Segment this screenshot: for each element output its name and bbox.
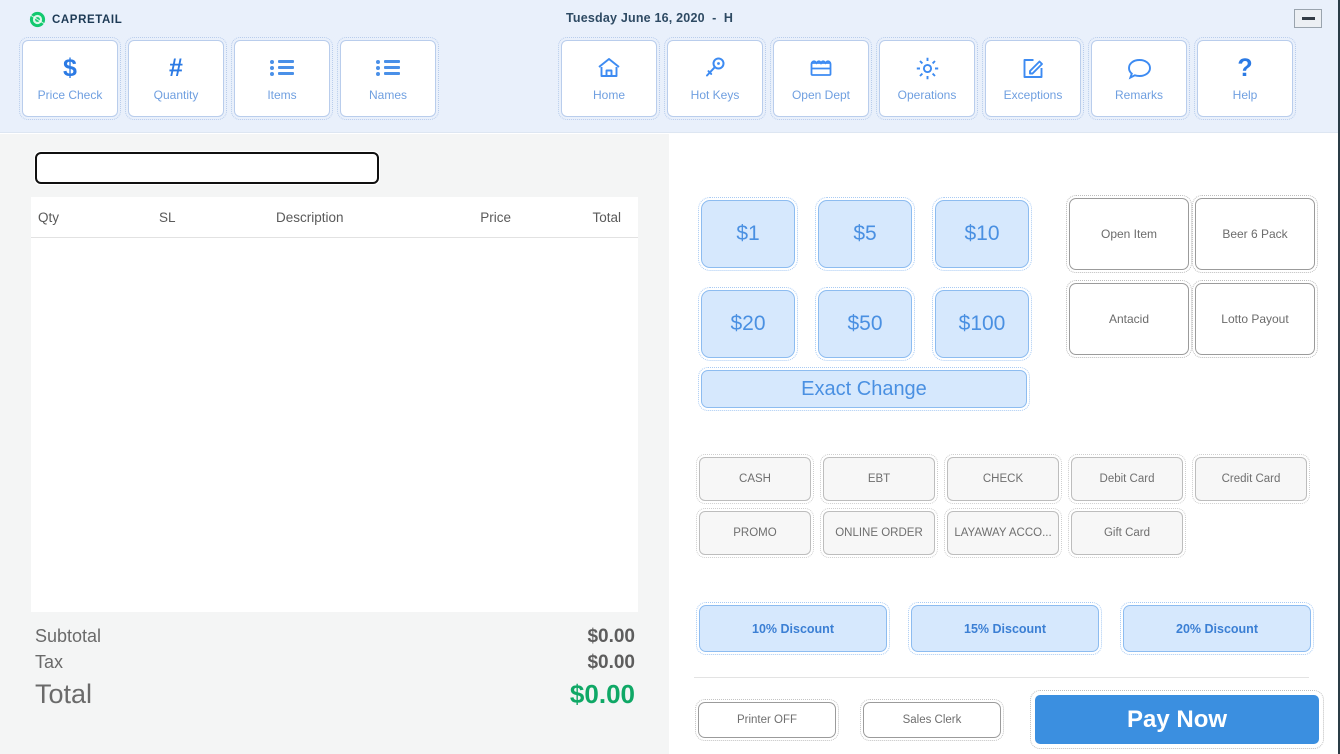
payment-method-debit-card[interactable]: Debit Card	[1068, 454, 1186, 504]
session-datetime: Tuesday June 16, 2020 - H	[566, 11, 734, 25]
help-label: Help	[1232, 88, 1258, 102]
transaction-panel: Qty SL Description Price Total Subtotal …	[0, 134, 669, 754]
question-mark-icon: ?	[1237, 53, 1253, 82]
names-label: Names	[368, 88, 407, 102]
payment-method-layaway[interactable]: LAYAWAY ACCO...	[944, 508, 1062, 558]
capretail-logo-icon	[29, 11, 46, 28]
open-dept-button[interactable]: Open Dept	[770, 37, 872, 120]
totals-section: Subtotal $0.00 Tax $0.00 Total $0.00	[35, 626, 635, 714]
toolbar-left: $ Price Check # Quantity Items Names	[19, 37, 439, 120]
home-label: Home	[592, 88, 625, 102]
column-header-qty: Qty	[38, 210, 60, 225]
operations-label: Operations	[897, 88, 957, 102]
item-entry-input[interactable]	[34, 151, 380, 185]
home-button[interactable]: Home	[558, 37, 660, 120]
grand-total-row: Total $0.00	[35, 679, 635, 710]
payment-method-cash[interactable]: CASH	[696, 454, 814, 504]
payment-method-promo[interactable]: PROMO	[696, 508, 814, 558]
tax-row: Tax $0.00	[35, 652, 635, 674]
home-icon	[596, 55, 622, 81]
quantity-button[interactable]: # Quantity	[125, 37, 227, 120]
footer-divider	[694, 677, 1309, 678]
keypad-panel: $1 $5 $10 $20 $50 $100 Exact Change Open…	[669, 134, 1338, 754]
denomination-button-1[interactable]: $1	[698, 197, 798, 271]
quick-key-antacid[interactable]: Antacid	[1066, 280, 1192, 358]
exceptions-label: Exceptions	[1003, 88, 1063, 102]
discount-button-20[interactable]: 20% Discount	[1120, 602, 1314, 655]
pos-window: CAPRETAIL Tuesday June 16, 2020 - H $ Pr…	[0, 0, 1340, 754]
items-button[interactable]: Items	[231, 37, 333, 120]
operations-button[interactable]: Operations	[876, 37, 978, 120]
quantity-label: Quantity	[153, 88, 199, 102]
denomination-button-100[interactable]: $100	[932, 287, 1032, 361]
list-icon	[270, 55, 294, 81]
minimize-icon	[1301, 17, 1315, 20]
ticket-table: Qty SL Description Price Total	[31, 197, 638, 612]
exact-change-button[interactable]: Exact Change	[698, 367, 1030, 411]
column-header-price: Price	[480, 210, 511, 225]
discount-grid: 10% Discount 15% Discount 20% Discount	[696, 602, 1314, 655]
column-header-description: Description	[276, 210, 344, 225]
column-header-total: Total	[592, 210, 621, 225]
speech-bubble-icon	[1126, 55, 1153, 81]
denomination-button-5[interactable]: $5	[815, 197, 915, 271]
ticket-table-header: Qty SL Description Price Total	[31, 197, 638, 238]
dollar-sign-icon: $	[63, 53, 77, 82]
edit-square-icon	[1021, 55, 1046, 81]
printer-toggle-button[interactable]: Printer OFF	[695, 698, 839, 741]
payment-method-online-order[interactable]: ONLINE ORDER	[820, 508, 938, 558]
discount-button-15[interactable]: 15% Discount	[908, 602, 1102, 655]
payment-method-gift-card[interactable]: Gift Card	[1068, 508, 1186, 558]
help-button[interactable]: ? Help	[1194, 37, 1296, 120]
key-icon	[702, 55, 728, 81]
app-header: CAPRETAIL Tuesday June 16, 2020 - H $ Pr…	[0, 0, 1338, 133]
storefront-icon	[808, 55, 834, 81]
payment-method-ebt[interactable]: EBT	[820, 454, 938, 504]
payment-method-grid: CASH EBT CHECK Debit Card Credit Card PR…	[696, 454, 1310, 558]
subtotal-value: $0.00	[587, 626, 635, 647]
quick-key-beer-6-pack[interactable]: Beer 6 Pack	[1192, 195, 1318, 273]
footer-actions: Printer OFF Sales Clerk Pay Now	[695, 690, 1324, 749]
brand-logo: CAPRETAIL	[29, 11, 122, 28]
column-header-sl: SL	[159, 210, 176, 225]
sales-clerk-button[interactable]: Sales Clerk	[860, 698, 1004, 741]
denomination-button-10[interactable]: $10	[932, 197, 1032, 271]
tax-label: Tax	[35, 652, 64, 672]
total-label: Total	[35, 679, 93, 709]
items-label: Items	[267, 88, 297, 102]
ticket-table-body[interactable]	[31, 238, 638, 611]
denomination-grid: $1 $5 $10 $20 $50 $100	[698, 197, 1032, 361]
hot-keys-label: Hot Keys	[690, 88, 740, 102]
payment-method-credit-card[interactable]: Credit Card	[1192, 454, 1310, 504]
remarks-button[interactable]: Remarks	[1088, 37, 1190, 120]
total-value: $0.00	[569, 679, 635, 709]
price-check-label: Price Check	[37, 88, 103, 102]
price-check-button[interactable]: $ Price Check	[19, 37, 121, 120]
gear-icon	[915, 55, 940, 81]
discount-button-10[interactable]: 10% Discount	[696, 602, 890, 655]
hot-keys-button[interactable]: Hot Keys	[664, 37, 766, 120]
remarks-label: Remarks	[1114, 88, 1163, 102]
pay-now-button[interactable]: Pay Now	[1030, 690, 1324, 749]
quick-key-lotto-payout[interactable]: Lotto Payout	[1192, 280, 1318, 358]
open-dept-label: Open Dept	[791, 88, 851, 102]
list-icon	[376, 55, 400, 81]
denomination-button-20[interactable]: $20	[698, 287, 798, 361]
quick-key-open-item[interactable]: Open Item	[1066, 195, 1192, 273]
denomination-button-50[interactable]: $50	[815, 287, 915, 361]
minimize-button[interactable]	[1294, 9, 1322, 28]
subtotal-row: Subtotal $0.00	[35, 626, 635, 648]
brand-name: CAPRETAIL	[52, 13, 123, 26]
quick-keys-grid: Open Item Beer 6 Pack Antacid Lotto Payo…	[1066, 195, 1318, 358]
payment-method-check[interactable]: CHECK	[944, 454, 1062, 504]
names-button[interactable]: Names	[337, 37, 439, 120]
hash-icon: #	[169, 53, 183, 82]
tax-value: $0.00	[587, 652, 635, 673]
subtotal-label: Subtotal	[35, 626, 102, 646]
exceptions-button[interactable]: Exceptions	[982, 37, 1084, 120]
toolbar-right: Home Hot Keys Open Dept Operations Excep…	[558, 37, 1296, 120]
